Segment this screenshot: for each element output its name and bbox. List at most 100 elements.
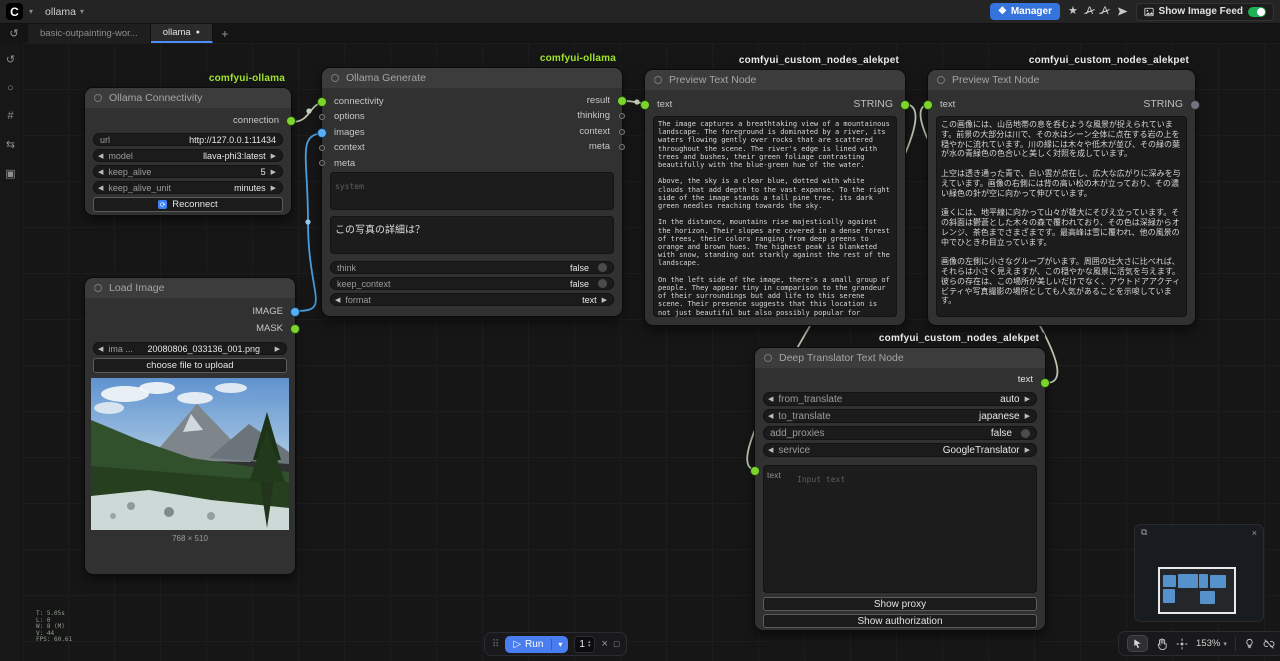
image-file-combo[interactable]: ◀ ima ... 20080806_033136_001.png ▶ bbox=[93, 342, 287, 355]
preview-text-area[interactable]: The image captures a breathtaking view o… bbox=[653, 116, 897, 317]
output-dot-result[interactable] bbox=[618, 97, 626, 105]
minimap-panel[interactable]: ⧉ × bbox=[1134, 524, 1264, 622]
decrement-arrow-icon[interactable]: ◀ bbox=[98, 184, 103, 192]
translate-toggle-icon[interactable]: A bbox=[1086, 6, 1093, 17]
collapse-dot-icon[interactable] bbox=[764, 354, 772, 362]
increment-arrow-icon[interactable]: ▶ bbox=[1025, 412, 1030, 420]
keep-context-toggle[interactable]: keep_context false bbox=[330, 277, 614, 290]
minimap-content[interactable] bbox=[1135, 540, 1263, 621]
decrement-arrow-icon[interactable]: ◀ bbox=[768, 446, 773, 454]
sidebar-gallery-icon[interactable]: ▣ bbox=[5, 167, 15, 180]
to-translate-combo[interactable]: ◀ to_translate japanese ▶ bbox=[763, 409, 1037, 423]
toolbar-drag-handle-icon[interactable]: ⠿ bbox=[492, 639, 499, 650]
node-load-image[interactable]: Load Image IMAGE MASK ◀ ima ... 20080806… bbox=[85, 278, 295, 574]
increment-arrow-icon[interactable]: ▶ bbox=[271, 152, 276, 160]
link-visibility-button[interactable] bbox=[1244, 638, 1255, 649]
output-dot-text[interactable] bbox=[1041, 379, 1049, 387]
collapse-dot-icon[interactable] bbox=[94, 94, 102, 102]
collapse-dot-icon[interactable] bbox=[654, 76, 662, 84]
translator-input-textarea[interactable]: Input text bbox=[763, 465, 1037, 593]
service-combo[interactable]: ◀ service GoogleTranslator ▶ bbox=[763, 443, 1037, 457]
node-header[interactable]: Preview Text Node bbox=[928, 70, 1195, 90]
output-dot-context[interactable] bbox=[619, 129, 625, 135]
node-header[interactable]: Ollama Connectivity bbox=[85, 88, 291, 108]
output-dot-image[interactable] bbox=[291, 308, 299, 316]
sidebar-node-library-icon[interactable]: # bbox=[7, 110, 13, 122]
minimap-close-icon[interactable]: × bbox=[1252, 528, 1257, 538]
run-button[interactable]: ▷ Run ▾ bbox=[505, 636, 568, 653]
increment-arrow-icon[interactable]: ▶ bbox=[271, 168, 276, 176]
collapse-dot-icon[interactable] bbox=[331, 74, 339, 82]
run-options-chevron-icon[interactable]: ▾ bbox=[552, 640, 568, 649]
decrement-arrow-icon[interactable]: ◀ bbox=[98, 168, 103, 176]
node-preview-text-1[interactable]: comfyui_custom_nodes_alekpet Preview Tex… bbox=[645, 70, 905, 325]
output-dot-string[interactable] bbox=[1191, 101, 1199, 109]
spin-down-icon[interactable]: ▾ bbox=[588, 644, 591, 648]
think-toggle[interactable]: think false bbox=[330, 261, 614, 274]
toggle-knob[interactable] bbox=[1021, 429, 1030, 438]
share-icon[interactable] bbox=[1117, 6, 1128, 17]
output-dot-string[interactable] bbox=[901, 101, 909, 109]
node-header[interactable]: Preview Text Node bbox=[645, 70, 905, 90]
translate-alt-toggle-icon[interactable]: A bbox=[1101, 6, 1108, 17]
node-deep-translator[interactable]: comfyui_custom_nodes_alekpet Deep Transl… bbox=[755, 348, 1045, 630]
node-header[interactable]: Ollama Generate bbox=[322, 68, 622, 88]
keep-alive-widget[interactable]: ◀ keep_alive 5 ▶ bbox=[93, 165, 283, 178]
decrement-arrow-icon[interactable]: ◀ bbox=[98, 152, 103, 160]
output-dot-connection[interactable] bbox=[287, 117, 295, 125]
input-dot-meta[interactable] bbox=[319, 160, 325, 166]
toggle-links-button[interactable] bbox=[1263, 638, 1275, 650]
increment-arrow-icon[interactable]: ▶ bbox=[602, 296, 607, 304]
favorites-star-icon[interactable]: ★ bbox=[1068, 6, 1078, 17]
output-dot-mask[interactable] bbox=[291, 325, 299, 333]
node-header[interactable]: Load Image bbox=[85, 278, 295, 298]
system-prompt-textarea[interactable]: system bbox=[330, 172, 614, 210]
sidebar-workflows-icon[interactable]: ↺ bbox=[6, 53, 15, 66]
image-feed-toggle[interactable] bbox=[1248, 7, 1266, 17]
comfyui-logo-icon[interactable]: C bbox=[6, 3, 23, 20]
node-ollama-generate[interactable]: comfyui-ollama Ollama Generate connectiv… bbox=[322, 68, 622, 316]
increment-arrow-icon[interactable]: ▶ bbox=[271, 184, 276, 192]
url-widget[interactable]: url http://127.0.0.1:11434 bbox=[93, 133, 283, 146]
manager-button[interactable]: ❖ Manager bbox=[990, 3, 1060, 20]
reconnect-button[interactable]: ⟳ Reconnect bbox=[93, 197, 283, 212]
stop-icon[interactable]: □ bbox=[614, 639, 619, 649]
input-dot-text[interactable] bbox=[751, 467, 759, 475]
batch-count-input[interactable]: 1 ▴ ▾ bbox=[574, 636, 595, 653]
show-proxy-button[interactable]: Show proxy bbox=[763, 597, 1037, 611]
select-tool-button[interactable] bbox=[1127, 635, 1148, 652]
decrement-arrow-icon[interactable]: ◀ bbox=[768, 395, 773, 403]
node-preview-text-2[interactable]: comfyui_custom_nodes_alekpet Preview Tex… bbox=[928, 70, 1195, 325]
undo-history-icon[interactable]: ↺ bbox=[0, 24, 28, 43]
clear-queue-icon[interactable]: × bbox=[601, 638, 607, 650]
model-widget[interactable]: ◀ model llava-phi3:latest ▶ bbox=[93, 149, 283, 162]
output-dot-thinking[interactable] bbox=[619, 113, 625, 119]
sidebar-model-library-icon[interactable]: ⇆ bbox=[6, 138, 15, 151]
prompt-textarea[interactable]: この写真の詳細は？ bbox=[330, 216, 614, 254]
workflow-menu[interactable]: ollama ▾ bbox=[39, 4, 90, 20]
collapse-dot-icon[interactable] bbox=[937, 76, 945, 84]
node-header[interactable]: Deep Translator Text Node bbox=[755, 348, 1045, 368]
increment-arrow-icon[interactable]: ▶ bbox=[1025, 395, 1030, 403]
tab-ollama[interactable]: ollama ● bbox=[151, 24, 213, 43]
keep-alive-unit-widget[interactable]: ◀ keep_alive_unit minutes ▶ bbox=[93, 181, 283, 194]
from-translate-combo[interactable]: ◀ from_translate auto ▶ bbox=[763, 392, 1037, 406]
minimap-menu-icon[interactable]: ⧉ bbox=[1141, 527, 1147, 538]
output-dot-meta[interactable] bbox=[619, 144, 625, 150]
decrement-arrow-icon[interactable]: ◀ bbox=[335, 296, 340, 304]
collapse-dot-icon[interactable] bbox=[94, 284, 102, 292]
preview-text-area[interactable]: この画像には、山岳地帯の息を呑むような風景が捉えられています。前景の大部分は川で… bbox=[936, 116, 1187, 317]
fit-view-button[interactable] bbox=[1176, 638, 1188, 650]
new-tab-button[interactable]: + bbox=[213, 24, 237, 43]
toggle-knob[interactable] bbox=[598, 263, 607, 272]
add-proxies-toggle[interactable]: add_proxies false bbox=[763, 426, 1037, 440]
tab-basic-outpainting[interactable]: basic-outpainting-wor... bbox=[28, 24, 151, 43]
node-ollama-connectivity[interactable]: comfyui-ollama Ollama Connectivity conne… bbox=[85, 88, 291, 215]
decrement-arrow-icon[interactable]: ◀ bbox=[768, 412, 773, 420]
show-authorization-button[interactable]: Show authorization bbox=[763, 614, 1037, 628]
sidebar-queue-icon[interactable]: ○ bbox=[7, 82, 14, 94]
choose-file-button[interactable]: choose file to upload bbox=[93, 358, 287, 373]
zoom-level-control[interactable]: 153% ▾ bbox=[1196, 638, 1227, 649]
toggle-knob[interactable] bbox=[598, 279, 607, 288]
pan-tool-button[interactable] bbox=[1156, 638, 1168, 650]
